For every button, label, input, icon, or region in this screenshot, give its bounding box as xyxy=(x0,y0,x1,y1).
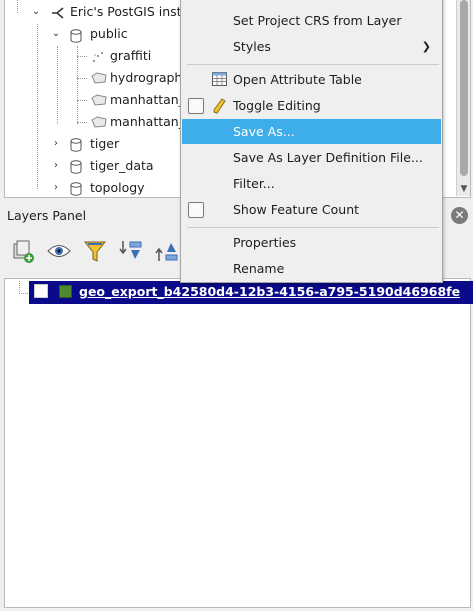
show-feature-count-checkbox[interactable] xyxy=(188,202,204,218)
connection-label[interactable]: Eric's PostGIS insta xyxy=(70,4,189,19)
polygon-layer-icon xyxy=(91,94,107,106)
schema-label-tiger-data[interactable]: tiger_data xyxy=(90,158,154,173)
menu-item-label: Filter... xyxy=(233,176,275,191)
submenu-arrow-icon: ❯ xyxy=(421,40,431,53)
layer-label-hydrograph[interactable]: hydrograph xyxy=(110,70,182,85)
menu-item-label: Styles xyxy=(233,39,271,54)
add-group-icon[interactable] xyxy=(10,236,36,266)
menu-item-label: Set Project CRS from Layer xyxy=(233,13,402,28)
layer-label-manhattan-2[interactable]: manhattan_ xyxy=(110,114,185,129)
layer-label-graffiti[interactable]: graffiti xyxy=(110,48,151,63)
menu-separator xyxy=(187,64,439,65)
menu-item-label: Open Attribute Table xyxy=(233,72,362,87)
menu-item-styles[interactable]: Styles ❯ xyxy=(182,34,441,59)
pencil-icon xyxy=(213,98,226,114)
attribute-table-icon xyxy=(212,72,227,86)
menu-item-toggle-editing[interactable]: Toggle Editing xyxy=(182,93,441,118)
polygon-layer-icon xyxy=(91,116,107,128)
menu-item-label: Save As Layer Definition File... xyxy=(233,150,423,165)
schema-label-public[interactable]: public xyxy=(90,26,128,41)
layers-toolbar xyxy=(10,236,190,266)
collapse-arrow-icon[interactable]: ⌄ xyxy=(31,6,41,17)
scrollbar-thumb[interactable] xyxy=(460,0,468,176)
database-schema-icon xyxy=(70,160,82,174)
scroll-down-icon[interactable]: ▼ xyxy=(457,184,470,194)
layer-row-selected[interactable]: geo_export_b42580d4-12b3-4156-a795-5190d… xyxy=(29,281,473,304)
menu-separator xyxy=(187,227,439,228)
layer-context-menu: Set Project CRS from Layer Styles ❯ Open… xyxy=(180,0,443,283)
menu-item-label: Show Feature Count xyxy=(233,202,360,217)
close-icon[interactable]: ✕ xyxy=(451,207,468,224)
collapse-arrow-icon[interactable]: ⌄ xyxy=(51,28,61,39)
menu-item-save-as[interactable]: Save As... xyxy=(182,119,441,144)
menu-item-label: Save As... xyxy=(233,124,295,139)
menu-item-save-layer-definition[interactable]: Save As Layer Definition File... xyxy=(182,145,441,170)
postgis-connection-icon xyxy=(52,7,64,19)
expand-arrow-icon[interactable]: › xyxy=(51,182,61,193)
database-schema-icon xyxy=(70,182,82,196)
menu-item-open-attribute-table[interactable]: Open Attribute Table xyxy=(182,67,441,92)
menu-item-label: Toggle Editing xyxy=(233,98,321,113)
browser-scrollbar[interactable]: ▼ xyxy=(456,0,470,196)
schema-label-tiger[interactable]: tiger xyxy=(90,136,119,151)
layer-visibility-checkbox[interactable] xyxy=(34,284,48,298)
database-schema-icon xyxy=(70,29,82,43)
menu-item-label: Rename xyxy=(233,261,285,276)
schema-label-topology[interactable]: topology xyxy=(90,180,145,195)
layer-label-manhattan-1[interactable]: manhattan_ xyxy=(110,92,185,107)
database-schema-icon xyxy=(70,138,82,152)
expand-arrow-icon[interactable]: › xyxy=(51,160,61,171)
layers-panel-title: Layers Panel xyxy=(7,208,87,223)
menu-item-show-feature-count[interactable]: Show Feature Count xyxy=(182,197,441,222)
menu-item-filter[interactable]: Filter... xyxy=(182,171,441,196)
expand-arrow-icon[interactable]: › xyxy=(51,138,61,149)
layers-list[interactable]: geo_export_b42580d4-12b3-4156-a795-5190d… xyxy=(4,278,473,608)
point-layer-icon xyxy=(93,52,103,62)
polygon-layer-icon xyxy=(91,72,107,84)
menu-item-label: Properties xyxy=(233,235,297,250)
expand-all-icon[interactable] xyxy=(118,236,144,266)
toggle-editing-checkbox[interactable] xyxy=(188,98,204,114)
layer-symbol-swatch xyxy=(59,285,72,298)
visibility-eye-icon[interactable] xyxy=(46,236,72,266)
collapse-all-icon[interactable] xyxy=(154,236,180,266)
menu-item-set-project-crs[interactable]: Set Project CRS from Layer xyxy=(182,8,441,33)
menu-item-properties[interactable]: Properties xyxy=(182,230,441,255)
menu-item-rename[interactable]: Rename xyxy=(182,256,441,281)
filter-funnel-icon[interactable] xyxy=(82,236,108,266)
layer-name[interactable]: geo_export_b42580d4-12b3-4156-a795-5190d… xyxy=(79,284,460,299)
